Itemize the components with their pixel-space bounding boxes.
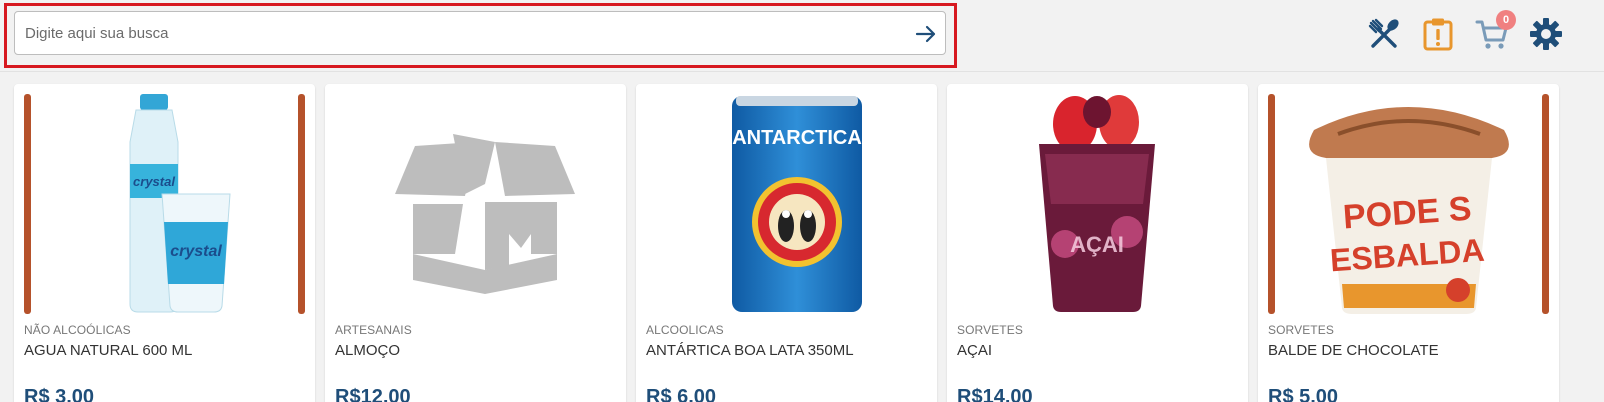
product-price: R$ 3,00 — [24, 386, 95, 402]
beer-can-label: ANTARCTICA — [732, 127, 862, 149]
product-card[interactable]: crystal crystal NÃO ALCOÓLICAS AGUA NATU… — [14, 84, 315, 402]
product-name: ANTÁRTICA BOA LATA 350ML — [646, 342, 854, 359]
product-price: R$14,00 — [957, 386, 1033, 402]
product-category: ARTESANAIS — [335, 323, 412, 337]
product-image-ice-cream-bucket: PODE S ESBALDA — [1268, 94, 1549, 314]
product-image-water-bottles: crystal crystal — [24, 94, 305, 314]
product-category: NÃO ALCOÓLICAS — [24, 323, 131, 337]
product-card[interactable]: ANTARCTICA ALCOOLICAS ANTÁRTICA BOA LATA… — [636, 84, 937, 402]
product-image-acai-cup: AÇAI — [957, 94, 1238, 314]
product-price: R$ 5,00 — [1268, 386, 1339, 402]
product-category: SORVETES — [957, 323, 1023, 337]
svg-text:crystal: crystal — [170, 243, 222, 260]
product-card[interactable]: AÇAI SORVETES AÇAI R$14,00 — [947, 84, 1248, 402]
product-card[interactable]: ARTESANAIS ALMOÇO R$12,00 — [325, 84, 626, 402]
search-input[interactable] — [25, 12, 905, 54]
cart-icon[interactable]: 0 — [1474, 10, 1516, 52]
product-price: R$12,00 — [335, 386, 411, 402]
product-name: AGUA NATURAL 600 ML — [24, 342, 193, 359]
product-name: BALDE DE CHOCOLATE — [1268, 342, 1439, 359]
search-submit-arrow-icon[interactable] — [913, 21, 939, 47]
product-name: AÇAI — [957, 342, 993, 359]
product-name: ALMOÇO — [335, 342, 401, 359]
svg-text:crystal: crystal — [133, 174, 175, 189]
clipboard-alert-icon[interactable] — [1420, 16, 1456, 52]
product-card[interactable]: PODE S ESBALDA SORVETES BALDE DE CHOCOLA… — [1258, 84, 1559, 402]
fork-spoon-icon[interactable] — [1366, 16, 1402, 52]
acai-cup-label: AÇAI — [1070, 232, 1124, 257]
product-category: SORVETES — [1268, 323, 1334, 337]
product-image-placeholder-box-icon — [335, 94, 616, 314]
product-price: R$ 6,00 — [646, 386, 717, 402]
gear-icon[interactable] — [1528, 16, 1564, 52]
cart-count-badge: 0 — [1496, 10, 1516, 30]
product-category: ALCOOLICAS — [646, 323, 724, 337]
top-bar: 0 — [0, 0, 1604, 72]
search-box[interactable] — [14, 11, 946, 55]
product-image-beer-can: ANTARCTICA — [646, 94, 927, 314]
